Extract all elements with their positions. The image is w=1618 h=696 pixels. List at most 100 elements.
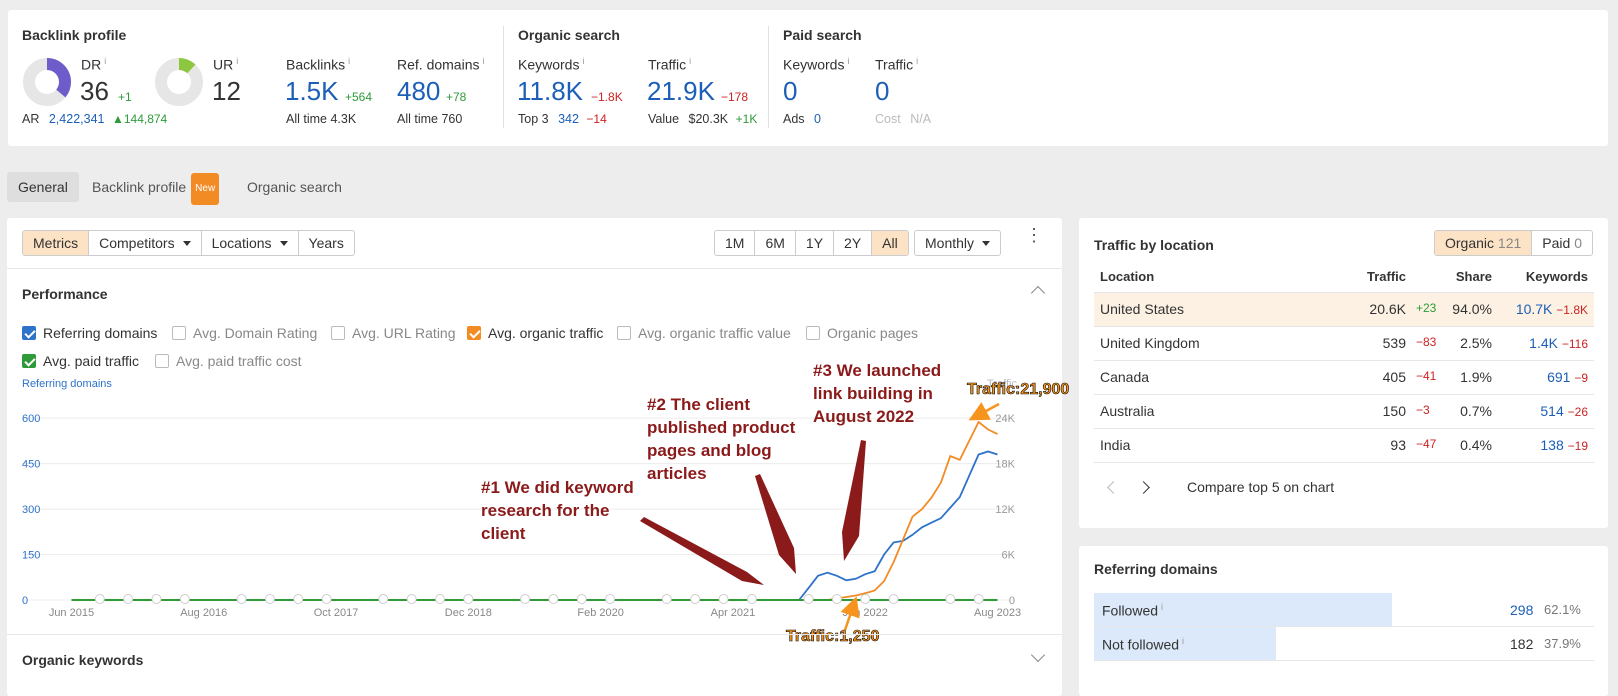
event-marker-icon [860,594,871,604]
checkbox-avg-url-rating[interactable]: Avg. URL Rating [331,325,456,341]
metrics-button[interactable]: Metrics [23,231,90,255]
tab-organic-search[interactable]: Organic search [236,172,353,202]
table-row[interactable]: Canada 405 −41 1.9% 691 −9 [1094,360,1594,395]
range-segmented-control: 1M 6M 1Y 2Y All [714,230,909,256]
x-tick-label: Feb 2020 [577,607,623,619]
locations-dropdown[interactable]: Locations [202,231,299,255]
followed-label: Followed i [1102,602,1164,619]
event-marker-icon [973,594,984,604]
paid-keywords-label: Keywords i [783,56,850,73]
checkbox-avg-organic-traffic[interactable]: Avg. organic traffic [467,325,603,341]
event-marker-icon [605,594,616,604]
followed-value[interactable]: 298 [1510,602,1533,618]
range-2y-button[interactable]: 2Y [834,231,873,255]
event-marker-icon [576,594,587,604]
location-name: United States [1094,292,1358,327]
tab-general[interactable]: General [7,172,79,202]
view-segmented-control: Metrics Competitors Locations Years [22,230,355,256]
ref-domains-value[interactable]: 480 [397,76,440,107]
caret-down-icon [279,240,288,246]
location-name: Canada [1094,360,1358,395]
checkbox-referring-domains[interactable]: Referring domains [22,325,157,341]
traffic-cell: 93 [1358,428,1412,463]
range-all-button[interactable]: All [872,231,908,255]
organic-search-title: Organic search [518,27,620,43]
chevron-up-icon[interactable] [1030,285,1046,301]
location-name: United Kingdom [1094,326,1358,361]
checkbox-avg-paid-traffic-cost[interactable]: Avg. paid traffic cost [155,353,302,369]
traffic-delta: −47 0.4% [1412,428,1498,463]
annotation-traffic-high: Traffic:21,900 [967,381,1070,399]
traffic-cell: 539 [1358,326,1412,361]
checkbox-avg-paid-traffic[interactable]: Avg. paid traffic [22,353,139,369]
ref-domains-alltime: All time 760 [397,112,463,126]
paid-toggle-button[interactable]: Paid 0 [1532,231,1592,255]
years-button[interactable]: Years [299,231,354,255]
chevron-right-icon[interactable] [1137,481,1150,494]
competitors-dropdown[interactable]: Competitors [89,231,202,255]
checkbox-checked-icon [22,354,36,368]
annotation-traffic-low: Traffic:1,250 [786,628,880,646]
event-marker-icon [123,594,134,604]
table-row[interactable]: India 93 −47 0.4% 138 −19 [1094,428,1594,463]
dr-value: 36 [80,76,109,106]
checkbox-avg-organic-traffic-value[interactable]: Avg. organic traffic value [617,325,791,341]
x-tick-label: Aug 2016 [180,607,227,619]
x-tick-label: Dec 2018 [445,607,492,619]
backlinks-value[interactable]: 1.5K [285,76,339,107]
checkbox-checked-icon [22,326,36,340]
checkbox-checked-icon [467,326,481,340]
organic-traffic-label: Traffic i [648,56,692,73]
keywords-cell[interactable]: 691 −9 [1498,360,1594,395]
organic-toggle-button[interactable]: Organic 121 [1435,231,1533,255]
dr-delta: +1 [118,90,132,104]
cost-row: Cost N/A [875,112,932,126]
organic-traffic-value[interactable]: 21.9K [647,76,715,107]
keywords-cell[interactable]: 138 −19 [1498,428,1594,463]
compare-top5-link[interactable]: Compare top 5 on chart [1187,479,1334,495]
range-1y-button[interactable]: 1Y [796,231,835,255]
table-row[interactable]: United Kingdom 539 −83 2.5% 1.4K −116 [1094,326,1594,361]
not-followed-row[interactable]: Not followed i 182 37.9% [1094,627,1594,661]
chevron-down-icon[interactable] [1030,647,1046,663]
event-marker-icon [888,594,899,604]
event-marker-icon [661,594,672,604]
range-1m-button[interactable]: 1M [715,231,756,255]
table-row[interactable]: United States 20.6K +23 94.0% 10.7K −1.8K [1094,292,1594,327]
followed-row[interactable]: Followed i 298 62.1% [1094,593,1594,627]
followed-share: 62.1% [1544,602,1581,617]
y-right-tick-label: 6K [1002,550,1016,562]
column-header[interactable]: Location [1094,262,1358,293]
more-options-icon[interactable]: ⋮ [1025,226,1043,244]
paid-keywords-value[interactable]: 0 [783,76,797,107]
event-marker-icon [803,594,814,604]
y-right-tick-label: 12K [995,504,1015,516]
y-left-tick-label: 150 [22,550,40,562]
keywords-cell[interactable]: 10.7K −1.8K [1498,292,1594,327]
event-marker-icon [236,594,247,604]
ref-domains-label: Ref. domains i [397,56,485,73]
event-marker-icon [179,594,190,604]
checkbox-organic-pages[interactable]: Organic pages [806,325,918,341]
column-header[interactable]: Traffic [1358,262,1412,293]
divider [768,26,769,128]
range-6m-button[interactable]: 6M [755,231,796,255]
interval-dropdown[interactable]: Monthly [914,230,1002,256]
not-followed-label: Not followed i [1102,636,1185,653]
keywords-cell[interactable]: 514 −26 [1498,394,1594,429]
ar-value[interactable]: 2,422,341 [49,112,105,126]
column-header[interactable]: Share [1412,262,1498,293]
referring-domains-title: Referring domains [1094,561,1218,577]
tab-backlink-profile[interactable]: Backlink profile New [81,172,230,205]
column-header[interactable]: Keywords [1498,262,1594,293]
keywords-cell[interactable]: 1.4K −116 [1498,326,1594,361]
event-marker-icon [746,594,757,604]
event-marker-icon [378,594,389,604]
organic-keywords-title: Organic keywords [22,652,144,668]
organic-keywords-delta: −1.8K [591,90,623,104]
paid-traffic-value[interactable]: 0 [875,76,889,107]
checkbox-avg-domain-rating[interactable]: Avg. Domain Rating [172,325,317,341]
chevron-left-icon[interactable] [1107,481,1120,494]
organic-keywords-value[interactable]: 11.8K [517,76,583,107]
table-row[interactable]: Australia 150 −3 0.7% 514 −26 [1094,394,1594,429]
